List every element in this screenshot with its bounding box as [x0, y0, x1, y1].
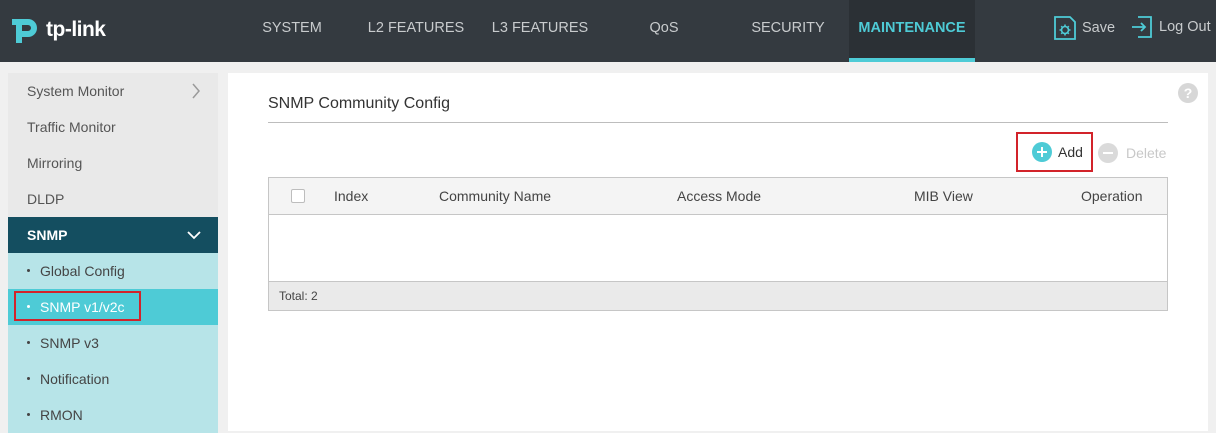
sidebar-item-label: Notification [40, 371, 110, 387]
nav-qos[interactable]: QoS [608, 0, 720, 62]
column-header-operation[interactable]: Operation [1081, 178, 1142, 215]
sidebar-item-mirroring[interactable]: Mirroring [8, 145, 218, 181]
column-header-index[interactable]: Index [334, 178, 368, 215]
table-footer: Total: 2 [269, 281, 1167, 310]
sidebar-item-snmp-v3[interactable]: SNMP v3 [8, 325, 218, 361]
sidebar-item-label: System Monitor [27, 83, 125, 99]
sidebar-item-notification[interactable]: Notification [8, 361, 218, 397]
nav-system[interactable]: SYSTEM [236, 0, 348, 62]
top-bar: tp-link SYSTEM L2 FEATURES L3 FEATURES Q… [0, 0, 1216, 62]
brand-name: tp-link [46, 18, 106, 41]
plus-circle-icon [1032, 142, 1052, 162]
sidebar-item-snmp-v1-v2c[interactable]: SNMP v1/v2c [8, 289, 218, 325]
sidebar-item-snmp[interactable]: SNMP [8, 217, 218, 253]
delete-button[interactable]: Delete [1098, 143, 1166, 163]
sidebar-item-rmon[interactable]: RMON [8, 397, 218, 433]
bullet-icon [27, 412, 30, 416]
sidebar-item-dldp[interactable]: DLDP [8, 181, 218, 217]
delete-label: Delete [1126, 145, 1167, 161]
sidebar-item-label: DLDP [27, 191, 65, 207]
add-button[interactable]: Add [1016, 132, 1093, 172]
divider [268, 122, 1168, 123]
logout-label: Log Out [1159, 19, 1211, 35]
table-header: Index Community Name Access Mode MIB Vie… [269, 178, 1167, 215]
sidebar-item-label: Traffic Monitor [27, 119, 116, 135]
column-header-mib-view[interactable]: MIB View [914, 178, 973, 215]
help-icon[interactable]: ? [1178, 83, 1198, 103]
tp-link-logo-icon [12, 19, 37, 43]
sidebar: System Monitor Traffic Monitor Mirroring… [8, 73, 218, 433]
select-all-checkbox[interactable] [291, 189, 305, 203]
save-label: Save [1082, 20, 1116, 36]
save-button[interactable]: Save [1053, 15, 1115, 41]
logout-button[interactable]: Log Out [1130, 15, 1211, 39]
bullet-icon [27, 304, 30, 308]
column-header-access-mode[interactable]: Access Mode [677, 178, 761, 215]
bullet-icon [27, 340, 30, 344]
main-panel: ? SNMP Community Config Add Delete Index… [228, 73, 1208, 431]
sidebar-item-label: SNMP [27, 227, 68, 243]
sidebar-item-label: Global Config [40, 263, 125, 279]
community-table: Index Community Name Access Mode MIB Vie… [268, 177, 1168, 311]
nav-l3-features[interactable]: L3 FEATURES [484, 0, 596, 62]
sidebar-item-traffic-monitor[interactable]: Traffic Monitor [8, 109, 218, 145]
sidebar-item-label: RMON [40, 407, 83, 423]
sidebar-item-global-config[interactable]: Global Config [8, 253, 218, 289]
sidebar-item-system-monitor[interactable]: System Monitor [8, 73, 218, 109]
sidebar-item-label: SNMP v3 [40, 335, 99, 351]
logout-icon [1132, 16, 1152, 38]
sidebar-item-label: Mirroring [27, 155, 83, 171]
column-header-community-name[interactable]: Community Name [439, 178, 551, 215]
bullet-icon [27, 376, 30, 380]
save-gear-icon [1054, 16, 1076, 40]
minus-circle-icon [1098, 143, 1118, 163]
add-label: Add [1058, 144, 1083, 160]
tp-link-logo[interactable]: tp-link [8, 13, 106, 47]
nav-maintenance[interactable]: MAINTENANCE [849, 0, 975, 62]
bullet-icon [27, 268, 30, 272]
sidebar-item-label: SNMP v1/v2c [40, 299, 125, 315]
nav-security[interactable]: SECURITY [732, 0, 844, 62]
nav-l2-features[interactable]: L2 FEATURES [360, 0, 472, 62]
page-title: SNMP Community Config [268, 95, 450, 112]
